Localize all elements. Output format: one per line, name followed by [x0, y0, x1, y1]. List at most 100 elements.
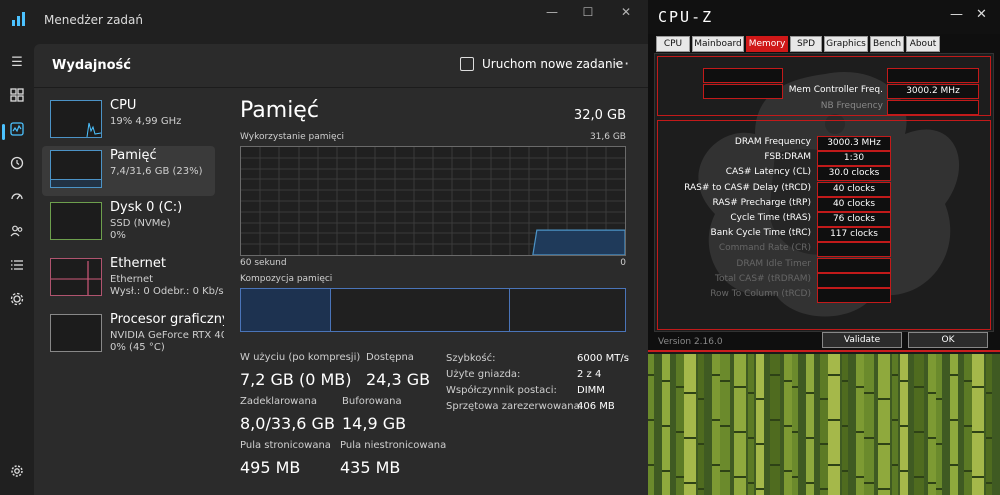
timing-label: CAS# Latency (CL): [725, 167, 811, 178]
tab-about[interactable]: About: [906, 36, 940, 52]
memory-composition-bar: [240, 288, 626, 332]
resource-name: Pamięć: [110, 148, 157, 163]
timing-value: [817, 272, 891, 288]
usage-area: [532, 229, 626, 256]
size-field: [703, 84, 783, 99]
tab-bench[interactable]: Bench: [870, 36, 904, 52]
title-bar[interactable]: Menedżer zadań — ☐ ✕: [0, 0, 648, 44]
task-manager-window: Menedżer zadań — ☐ ✕ ☰ Wydajność Uruchom…: [0, 0, 648, 495]
more-options-button[interactable]: ···: [614, 54, 629, 73]
detail-label: Użyte gniazda:: [446, 369, 521, 380]
processes-icon[interactable]: [8, 88, 26, 106]
timing-label: Command Rate (CR): [718, 243, 811, 254]
time-axis-left: 60 sekund: [240, 258, 287, 268]
timing-value: [817, 288, 891, 303]
timing-label: RAS# to CAS# Delay (tRCD): [684, 182, 811, 193]
detail-label: Współczynnik postaci:: [446, 385, 557, 396]
stat-value: 14,9 GB: [342, 414, 407, 433]
cpuz-window: CPU-Z — ✕ CPU Mainboard Memory SPD Graph…: [648, 0, 1000, 352]
detail-label: Szybkość:: [446, 353, 496, 364]
cpuz-memory-panel: Mem Controller Freq. 3000.2 MHz NB Frequ…: [654, 53, 994, 332]
memory-usage-graph: [240, 146, 626, 256]
history-icon[interactable]: [8, 156, 26, 174]
timing-value: 3000.3 MHz: [817, 136, 891, 151]
resource-name: Ethernet: [110, 256, 166, 271]
tab-spd[interactable]: SPD: [790, 36, 822, 52]
nb-frequency-label: NB Frequency: [820, 101, 883, 111]
stat-value: 435 MB: [340, 458, 401, 477]
validate-button[interactable]: Validate: [822, 332, 902, 348]
nb-frequency-field: [887, 100, 979, 115]
tab-memory[interactable]: Memory: [746, 36, 788, 52]
resource-item-ethernet[interactable]: Ethernet Ethernet Wysł.: 0 Odebr.: 0 Kb/…: [42, 254, 224, 304]
users-icon[interactable]: [8, 224, 26, 242]
services-icon[interactable]: [8, 292, 26, 310]
detail-label: Sprzętowa zarezerwowana:: [446, 401, 584, 412]
usage-label: Wykorzystanie pamięci: [240, 132, 345, 142]
stat-label: Pula niestronicowana: [340, 440, 447, 451]
timing-label: Bank Cycle Time (tRC): [710, 228, 811, 239]
timing-label: RAS# Precharge (tRP): [712, 197, 811, 208]
timing-value: 117 clocks: [817, 227, 891, 243]
timing-value: [817, 242, 891, 258]
close-button[interactable]: ✕: [615, 4, 637, 20]
tab-graphics[interactable]: Graphics: [824, 36, 868, 52]
cpuz-version: Version 2.16.0: [658, 337, 723, 347]
minimize-button[interactable]: —: [541, 4, 563, 20]
new-task-icon: [460, 57, 474, 71]
memory-panel: Pamięć 32,0 GB Wykorzystanie pamięci 31,…: [224, 88, 648, 495]
ethernet-thumbnail: [50, 258, 102, 296]
composition-label: Kompozycja pamięci: [240, 274, 333, 284]
resource-detail: 19% 4,99 GHz: [110, 116, 182, 127]
detail-value: DIMM: [577, 385, 605, 396]
window-title: Menedżer zadań: [44, 13, 143, 27]
stat-label: Zadeklarowana: [240, 396, 317, 407]
timing-value: 1:30: [817, 151, 891, 167]
detail-value: 406 MB: [577, 401, 615, 412]
memory-total: 32,0 GB: [573, 108, 626, 123]
timing-value: [817, 257, 891, 273]
usage-max: 31,6 GB: [589, 132, 626, 142]
tab-cpu[interactable]: CPU: [656, 36, 690, 52]
maximize-button[interactable]: ☐: [577, 4, 599, 20]
desktop-wallpaper: [648, 354, 1000, 495]
stat-value: 7,2 GB (0 MB): [240, 370, 352, 389]
timing-label: DRAM Frequency: [734, 137, 811, 147]
stat-label: Dostępna: [366, 352, 414, 363]
resource-item-disk[interactable]: Dysk 0 (C:) SSD (NVMe) 0%: [42, 198, 215, 248]
page-title: Wydajność: [52, 58, 131, 73]
time-axis-right: 0: [620, 258, 626, 268]
disk-thumbnail: [50, 202, 102, 240]
page-header: Wydajność Uruchom nowe zadanie ···: [34, 44, 648, 88]
details-icon[interactable]: [8, 258, 26, 276]
mem-controller-label: Mem Controller Freq.: [788, 85, 883, 95]
resource-detail: NVIDIA GeForce RTX 406: [110, 330, 234, 341]
timing-label: DRAM Idle Timer: [736, 258, 811, 269]
resource-item-gpu[interactable]: Procesor graficzny NVIDIA GeForce RTX 40…: [42, 310, 234, 360]
nav-rail: ☰: [0, 44, 34, 495]
tab-mainboard[interactable]: Mainboard: [692, 36, 744, 52]
cpuz-minimize-button[interactable]: —: [950, 7, 963, 22]
resource-detail: Ethernet: [110, 274, 154, 285]
resource-item-memory[interactable]: Pamięć 7,4/31,6 GB (23%): [42, 146, 215, 196]
timing-value: 30.0 clocks: [817, 166, 891, 182]
settings-icon[interactable]: [8, 464, 26, 482]
cpuz-logo: CPU-Z: [658, 8, 714, 26]
stat-label: Buforowana: [342, 396, 402, 407]
stat-label: Pula stronicowana: [240, 440, 331, 451]
resource-list: CPU 19% 4,99 GHz Pamięć 7,4/31,6 GB (23%…: [34, 88, 234, 495]
timing-value: 76 clocks: [817, 212, 891, 227]
resource-detail: SSD (NVMe): [110, 218, 171, 229]
hamburger-icon[interactable]: ☰: [8, 54, 26, 72]
cpuz-title-bar[interactable]: CPU-Z — ✕: [648, 0, 1000, 34]
new-task-label: Uruchom nowe zadanie: [482, 57, 624, 71]
resource-item-cpu[interactable]: CPU 19% 4,99 GHz: [42, 96, 215, 146]
cpuz-close-button[interactable]: ✕: [976, 7, 987, 22]
ok-button[interactable]: OK: [908, 332, 988, 348]
timing-label: Cycle Time (tRAS): [730, 213, 811, 223]
timing-value: 40 clocks: [817, 181, 891, 197]
task-manager-logo-icon: [12, 12, 26, 26]
performance-icon[interactable]: [8, 122, 26, 140]
startup-icon[interactable]: [8, 190, 26, 208]
memory-title: Pamięć: [240, 98, 319, 123]
